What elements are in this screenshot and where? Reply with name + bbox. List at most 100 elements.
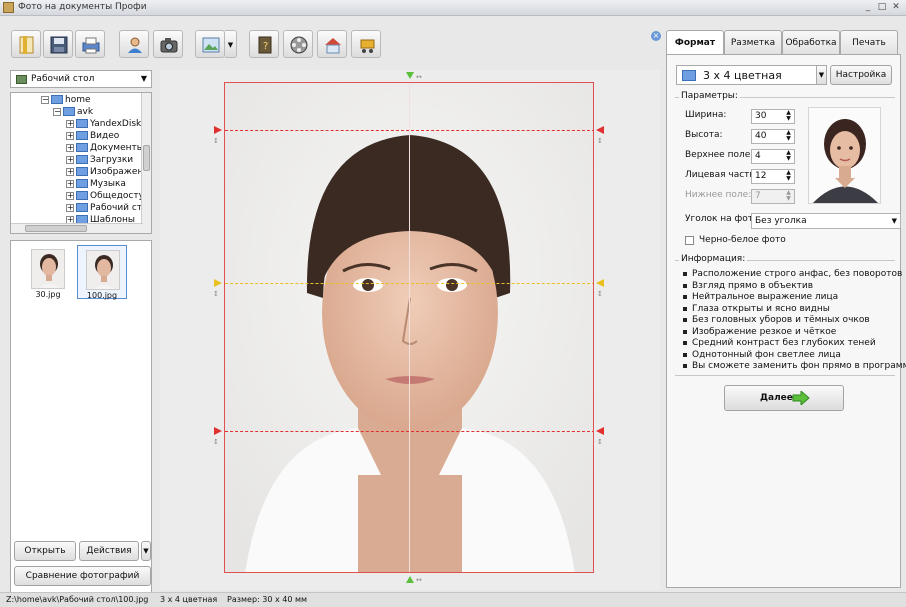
- tree-item-music[interactable]: + Музыка: [66, 179, 126, 191]
- film-reel-icon: [290, 36, 308, 54]
- info-item: Средний контраст без глубоких теней: [683, 338, 898, 350]
- chin-guide-right-handle-icon[interactable]: ↕: [594, 425, 606, 445]
- tree-item-yandexdisk[interactable]: + YandexDisk: [66, 119, 141, 131]
- tab-format[interactable]: Формат: [666, 30, 724, 55]
- format-select[interactable]: 3 x 4 цветная: [676, 65, 826, 85]
- face-part-label: Лицевая часть:: [685, 170, 758, 180]
- width-spinbox[interactable]: 30 ▲ ▼: [751, 109, 795, 124]
- info-item: Вы сможете заменить фон прямо в программ…: [683, 361, 906, 373]
- eye-guide-left-handle-icon[interactable]: ↕: [212, 277, 224, 297]
- cart-icon: [360, 39, 375, 53]
- tree-item-images[interactable]: + Изображени: [66, 167, 149, 179]
- tab-bar: Формат Разметка Обработка Печать: [666, 30, 901, 55]
- camera-button[interactable]: [153, 30, 183, 58]
- top-margin-label: Верхнее поле:: [685, 150, 754, 160]
- chevron-down-icon: ▼: [891, 217, 897, 225]
- eye-guide-right-handle-icon[interactable]: ↕: [594, 277, 606, 297]
- format-dropdown-icon[interactable]: ▼: [816, 65, 827, 85]
- info-list: Расположение строго анфас, без поворотов…: [683, 269, 906, 373]
- bottom-margin-label: Нижнее поле:: [685, 190, 752, 200]
- tree-item-public[interactable]: + Общедосту: [66, 191, 144, 203]
- folder-icon: [76, 167, 88, 176]
- info-title: Информация:: [679, 254, 748, 264]
- home-button[interactable]: [317, 30, 347, 58]
- tree-vertical-scrollbar[interactable]: [141, 93, 151, 233]
- actions-button[interactable]: Действия: [79, 541, 139, 561]
- top-center-handle-icon[interactable]: ↔: [404, 71, 424, 81]
- image-edit-button[interactable]: [195, 30, 225, 58]
- tab-markup[interactable]: Разметка: [724, 30, 782, 54]
- tree-item-downloads[interactable]: + Загрузки: [66, 155, 133, 167]
- person-button[interactable]: [119, 30, 149, 58]
- print-button[interactable]: [75, 30, 105, 58]
- svg-text:↕: ↕: [597, 290, 603, 297]
- tree-item-desktop[interactable]: + Рабочий сто: [66, 203, 148, 215]
- tree-item-avk[interactable]: − avk: [53, 107, 93, 119]
- bw-photo-label[interactable]: Черно-белое фото: [699, 235, 786, 245]
- top-margin-spinbox[interactable]: 4 ▲ ▼: [751, 149, 795, 164]
- face-part-spinbox[interactable]: 12 ▲ ▼: [751, 169, 795, 184]
- spin-arrows-icon[interactable]: ▲ ▼: [785, 150, 792, 162]
- folder-select[interactable]: Рабочий стол ▼: [10, 70, 152, 88]
- info-item: Расположение строго анфас, без поворотов: [683, 269, 902, 281]
- spin-arrows-icon[interactable]: ▲ ▼: [785, 170, 792, 182]
- wizard-button[interactable]: [11, 30, 41, 58]
- tab-print[interactable]: Печать: [840, 30, 898, 54]
- info-item: Взгляд прямо в объектив: [683, 281, 898, 293]
- image-edit-dropdown[interactable]: ▼: [225, 30, 237, 58]
- desktop-icon: [16, 75, 27, 84]
- expand-icon[interactable]: +: [66, 143, 74, 152]
- maximize-icon[interactable]: □: [876, 1, 888, 13]
- close-panel-icon[interactable]: ×: [651, 31, 661, 41]
- settings-button[interactable]: Настройка: [830, 65, 892, 85]
- expand-icon[interactable]: +: [66, 179, 74, 188]
- folder-icon: [63, 107, 75, 116]
- collapse-icon[interactable]: −: [53, 107, 61, 116]
- person-icon: [128, 37, 142, 53]
- folder-tree[interactable]: − home − avk + YandexDisk + Видео + Документы…: [10, 92, 152, 234]
- corner-select[interactable]: Без уголка ▼: [751, 213, 901, 229]
- photo-preview[interactable]: [224, 82, 594, 573]
- top-guide-right-handle-icon[interactable]: ↕: [594, 124, 606, 144]
- tree-item-video[interactable]: + Видео: [66, 131, 119, 143]
- height-spinbox[interactable]: 40 ▲ ▼: [751, 129, 795, 144]
- compare-photos-button[interactable]: Сравнение фотографий: [14, 566, 151, 586]
- bw-photo-checkbox[interactable]: [685, 236, 694, 245]
- tree-item-documents[interactable]: + Документы: [66, 143, 144, 155]
- thumbnail-caption: 100.jpg: [86, 291, 118, 300]
- expand-icon[interactable]: +: [66, 191, 74, 200]
- open-button[interactable]: Открыть: [14, 541, 76, 561]
- expand-icon[interactable]: +: [66, 155, 74, 164]
- expand-icon[interactable]: +: [66, 167, 74, 176]
- thumbnail-100[interactable]: 100.jpg: [77, 245, 127, 300]
- spin-arrows-icon[interactable]: ▲ ▼: [785, 130, 792, 142]
- folder-icon: [76, 179, 88, 188]
- expand-icon[interactable]: +: [66, 119, 74, 128]
- minimize-icon[interactable]: _: [862, 1, 874, 13]
- chin-guide-left-handle-icon[interactable]: ↕: [212, 425, 224, 445]
- width-label: Ширина:: [685, 110, 727, 120]
- video-button[interactable]: [283, 30, 313, 58]
- top-guide-left-handle-icon[interactable]: ↕: [212, 124, 224, 144]
- expand-icon[interactable]: +: [66, 203, 74, 212]
- expand-icon[interactable]: +: [66, 131, 74, 140]
- tree-item-home[interactable]: − home: [41, 95, 91, 107]
- close-window-icon[interactable]: ✕: [890, 1, 902, 13]
- tab-processing[interactable]: Обработка: [782, 30, 840, 54]
- scrollbar-thumb[interactable]: [25, 225, 87, 232]
- thumbnail-30[interactable]: 30.jpg: [23, 245, 73, 299]
- home-icon: [325, 38, 341, 54]
- thumbnail-caption: 30.jpg: [35, 290, 61, 299]
- cart-button[interactable]: [351, 30, 381, 58]
- tree-horizontal-scrollbar[interactable]: [11, 223, 143, 233]
- bottom-center-handle-icon[interactable]: ↔: [404, 574, 424, 584]
- next-button[interactable]: Далее: [724, 385, 844, 411]
- save-button[interactable]: [43, 30, 73, 58]
- spin-arrows-icon[interactable]: ▲ ▼: [785, 110, 792, 122]
- info-item: Глаза открыты и ясно видны: [683, 304, 898, 316]
- collapse-icon[interactable]: −: [41, 95, 49, 104]
- help-button[interactable]: ?: [249, 30, 279, 58]
- actions-dropdown[interactable]: ▼: [141, 541, 151, 561]
- scrollbar-thumb[interactable]: [143, 145, 150, 171]
- info-item: Без головных уборов и тёмных очков: [683, 315, 898, 327]
